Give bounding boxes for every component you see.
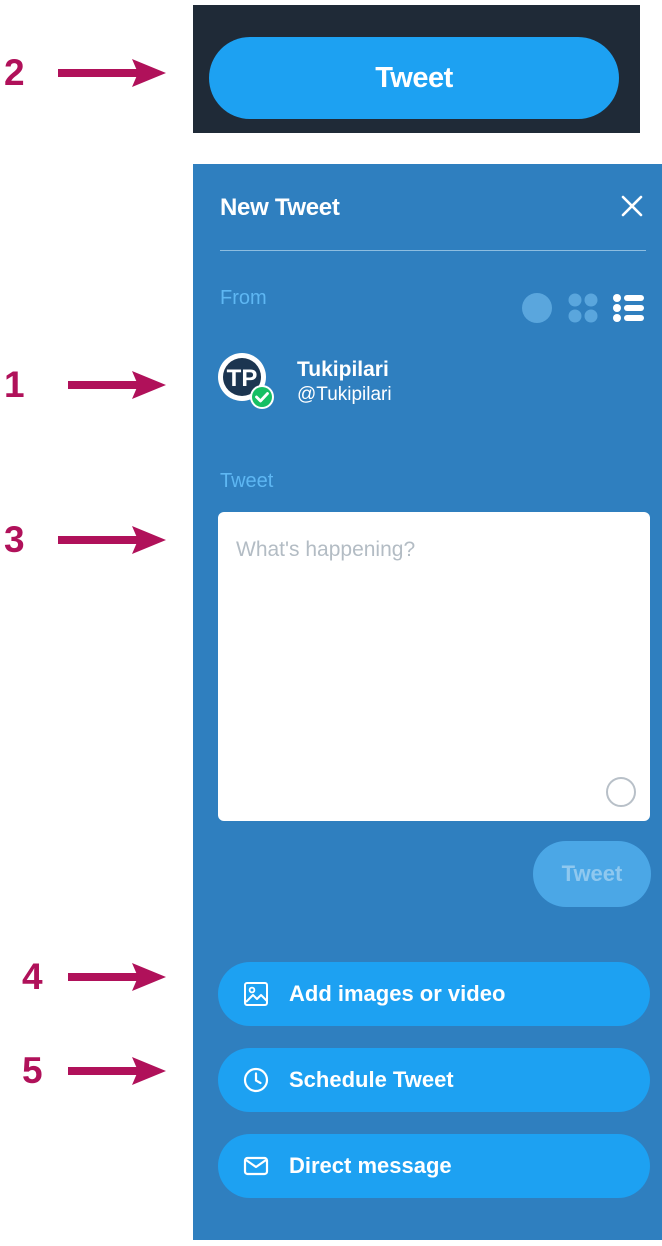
schedule-tweet-label: Schedule Tweet	[289, 1067, 454, 1092]
annotation-arrow-icon	[68, 963, 166, 991]
annotation-arrow-icon	[58, 59, 166, 87]
annotation-3: 3	[0, 520, 175, 560]
image-icon	[243, 981, 269, 1007]
character-count-ring	[606, 777, 636, 807]
panel-title: New Tweet	[220, 194, 340, 221]
tweet-button[interactable]: Tweet	[209, 37, 619, 119]
envelope-icon	[243, 1153, 269, 1179]
annotation-2: 2	[0, 53, 175, 93]
annotation-number: 2	[4, 52, 25, 93]
direct-message-label: Direct message	[289, 1153, 452, 1178]
annotation-arrow-icon	[68, 371, 166, 399]
annotation-1: 1	[0, 365, 175, 405]
tweet-input[interactable]	[218, 512, 650, 821]
close-icon[interactable]	[618, 192, 646, 220]
clock-icon	[243, 1067, 269, 1093]
tweet-submit-button[interactable]: Tweet	[533, 841, 651, 907]
annotation-arrow-icon	[58, 526, 166, 554]
account-item[interactable]: TP Tukipilari @Tukipilari	[217, 352, 517, 414]
account-name: Tukipilari	[297, 358, 389, 381]
avatar-initials: TP	[227, 365, 258, 392]
divider	[220, 250, 646, 251]
annotation-number: 4	[22, 956, 43, 997]
annotation-4: 4	[0, 957, 175, 997]
single-column-icon[interactable]	[520, 291, 554, 325]
tweet-label: Tweet	[220, 470, 274, 492]
grid-icon[interactable]	[566, 291, 600, 325]
list-icon[interactable]	[612, 291, 646, 325]
new-tweet-panel: New Tweet From TP Tukipilari @Tukipilari…	[193, 164, 662, 1240]
annotation-number: 1	[4, 364, 25, 405]
tweet-compose-box	[218, 512, 650, 821]
annotation-5: 5	[0, 1051, 175, 1091]
verified-check-icon	[250, 385, 274, 409]
top-tweet-strip: Tweet	[193, 5, 640, 133]
annotation-arrow-icon	[68, 1057, 166, 1085]
add-images-button[interactable]: Add images or video	[218, 962, 650, 1026]
add-images-label: Add images or video	[289, 981, 506, 1006]
schedule-tweet-button[interactable]: Schedule Tweet	[218, 1048, 650, 1112]
account-handle: @Tukipilari	[297, 384, 392, 405]
avatar: TP	[217, 352, 274, 409]
annotation-number: 5	[22, 1050, 43, 1091]
direct-message-button[interactable]: Direct message	[218, 1134, 650, 1198]
from-label: From	[220, 287, 267, 309]
annotation-number: 3	[4, 519, 25, 560]
account-view-toggles	[520, 291, 650, 325]
